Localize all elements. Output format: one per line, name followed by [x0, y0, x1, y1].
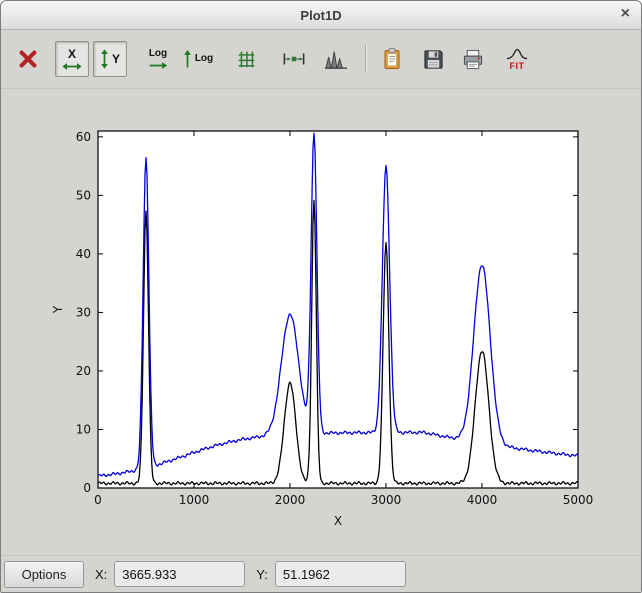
- plot1d-window: Plot1D × X Y Log: [0, 0, 642, 593]
- svg-text:40: 40: [76, 247, 91, 261]
- markers-button[interactable]: [277, 41, 311, 77]
- markers-icon: [282, 48, 306, 70]
- copy-icon: [381, 47, 405, 71]
- svg-text:0: 0: [94, 493, 102, 507]
- fit-label: FIT: [510, 62, 525, 71]
- svg-text:1000: 1000: [179, 493, 210, 507]
- plot-canvas[interactable]: 0 1000 2000 3000 4000 5000 0 10 20 30 40 50 60 X Y: [1, 89, 642, 560]
- x-coordinate-label: X:: [95, 567, 107, 582]
- svg-text:0: 0: [83, 481, 91, 495]
- x-autoscale-button[interactable]: X: [55, 41, 89, 77]
- x-autoscale-label: X: [68, 48, 76, 60]
- svg-text:X: X: [334, 514, 342, 528]
- window-titlebar[interactable]: Plot1D ×: [1, 1, 641, 30]
- y-autoscale-button[interactable]: Y: [93, 41, 127, 77]
- horizontal-double-arrow-icon: [62, 62, 82, 71]
- statusbar: Options X: Y:: [1, 555, 641, 592]
- grid-button[interactable]: [229, 41, 263, 77]
- options-button[interactable]: Options: [4, 561, 84, 588]
- print-icon: [461, 48, 485, 71]
- fit-button[interactable]: FIT: [500, 41, 534, 77]
- svg-text:10: 10: [76, 422, 91, 436]
- toolbar-separator: [365, 45, 366, 73]
- y-log-button[interactable]: Log: [181, 41, 215, 77]
- y-autoscale-label: Y: [112, 53, 120, 65]
- copy-button[interactable]: [376, 41, 410, 77]
- close-button[interactable]: ×: [621, 6, 630, 22]
- red-x-icon: [17, 48, 39, 70]
- svg-text:50: 50: [76, 188, 91, 202]
- print-button[interactable]: [456, 41, 490, 77]
- y-coordinate-field[interactable]: [275, 561, 406, 587]
- fit-curve-icon: [506, 48, 528, 60]
- histogram-icon: [324, 48, 348, 70]
- x-log-button[interactable]: Log: [141, 41, 175, 77]
- histogram-button[interactable]: [319, 41, 353, 77]
- vertical-double-arrow-icon: [100, 49, 109, 69]
- y-coordinate-label: Y:: [256, 567, 268, 582]
- clear-button[interactable]: [11, 41, 45, 77]
- svg-text:Y: Y: [51, 305, 65, 314]
- svg-text:20: 20: [76, 364, 91, 378]
- grid-icon: [235, 48, 257, 70]
- svg-text:4000: 4000: [467, 493, 498, 507]
- y-log-label: Log: [195, 54, 213, 64]
- right-arrow-icon: [148, 61, 168, 70]
- svg-text:60: 60: [76, 130, 91, 144]
- toolbar: X Y Log: [1, 30, 641, 89]
- svg-text:5000: 5000: [563, 493, 594, 507]
- window-title: Plot1D: [300, 8, 341, 23]
- x-coordinate-field[interactable]: [114, 561, 245, 587]
- up-arrow-icon: [183, 49, 192, 69]
- svg-text:2000: 2000: [275, 493, 306, 507]
- save-button[interactable]: [416, 41, 450, 77]
- save-icon: [422, 48, 445, 71]
- svg-text:3000: 3000: [371, 493, 402, 507]
- plot-area: 0 1000 2000 3000 4000 5000 0 10 20 30 40 50 60 X Y: [1, 89, 641, 560]
- svg-text:30: 30: [76, 305, 91, 319]
- x-log-label: Log: [149, 49, 167, 59]
